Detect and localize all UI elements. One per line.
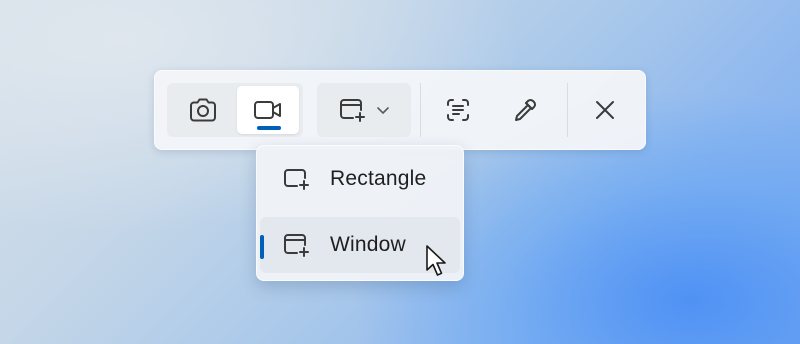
screenshot-mode-button[interactable] (173, 86, 233, 134)
snip-shape-dropdown[interactable] (317, 83, 411, 137)
toolbar-divider (567, 83, 568, 137)
snipping-toolbar (154, 70, 646, 150)
video-camera-icon (254, 101, 281, 119)
selected-mode-indicator (257, 126, 281, 130)
capture-mode-toggle (167, 83, 303, 137)
window-snip-icon (284, 234, 309, 257)
mouse-cursor-icon (426, 245, 446, 276)
close-icon (596, 101, 614, 119)
chevron-down-icon (377, 107, 389, 114)
text-actions-button[interactable] (436, 83, 480, 137)
eyedropper-icon (515, 98, 537, 121)
text-scan-icon (447, 99, 469, 121)
toolbar-divider (420, 83, 421, 137)
video-mode-button[interactable] (237, 86, 299, 134)
selected-item-indicator (260, 235, 264, 259)
color-picker-button[interactable] (503, 83, 547, 137)
menu-item-label: Window (330, 233, 406, 256)
window-snip-icon (340, 99, 365, 122)
menu-item-rectangle[interactable]: Rectangle (260, 151, 460, 207)
rectangle-snip-icon (284, 169, 309, 190)
camera-icon (190, 98, 216, 122)
menu-item-label: Rectangle (330, 167, 427, 190)
close-button[interactable] (583, 83, 627, 137)
